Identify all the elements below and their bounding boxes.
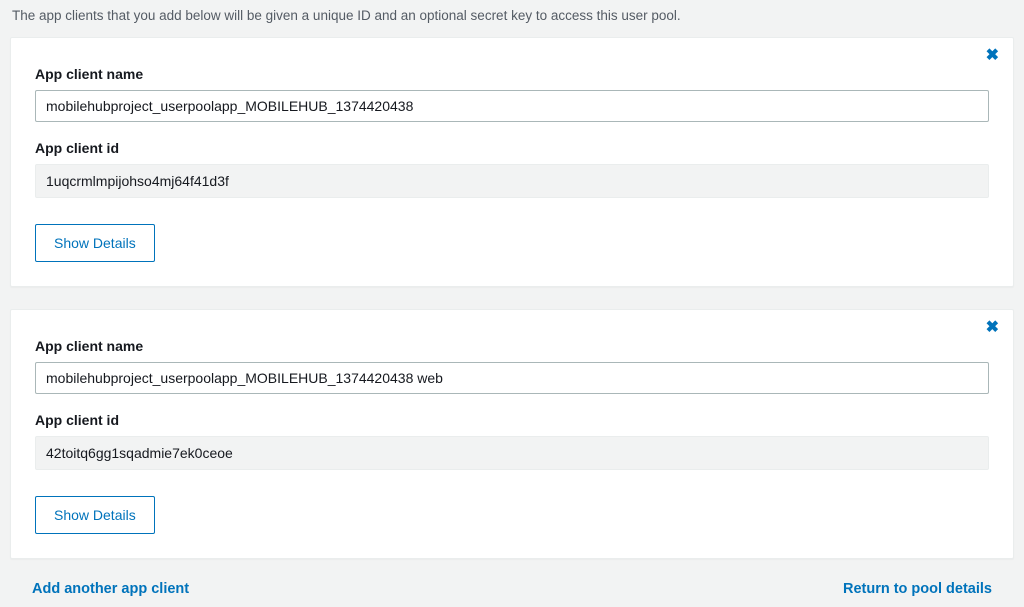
return-to-pool-details-link[interactable]: Return to pool details xyxy=(843,581,992,597)
app-client-id-label: App client id xyxy=(35,412,989,428)
close-icon[interactable]: ✖ xyxy=(986,48,999,64)
app-client-id-value: 42toitq6gg1sqadmie7ek0ceoe xyxy=(35,436,989,470)
footer-links: Add another app client Return to pool de… xyxy=(0,581,1024,607)
app-client-card: ✖ App client name App client id 1uqcrmlm… xyxy=(10,37,1014,287)
app-client-name-input[interactable] xyxy=(35,362,989,394)
add-another-app-client-link[interactable]: Add another app client xyxy=(32,581,189,597)
page-description: The app clients that you add below will … xyxy=(0,0,1024,37)
app-client-id-label: App client id xyxy=(35,140,989,156)
app-client-id-value: 1uqcrmlmpijohso4mj64f41d3f xyxy=(35,164,989,198)
show-details-button[interactable]: Show Details xyxy=(35,496,155,534)
app-client-name-label: App client name xyxy=(35,66,989,82)
close-icon[interactable]: ✖ xyxy=(986,320,999,336)
show-details-button[interactable]: Show Details xyxy=(35,224,155,262)
app-client-card: ✖ App client name App client id 42toitq6… xyxy=(10,309,1014,559)
app-client-name-input[interactable] xyxy=(35,90,989,122)
app-client-name-label: App client name xyxy=(35,338,989,354)
